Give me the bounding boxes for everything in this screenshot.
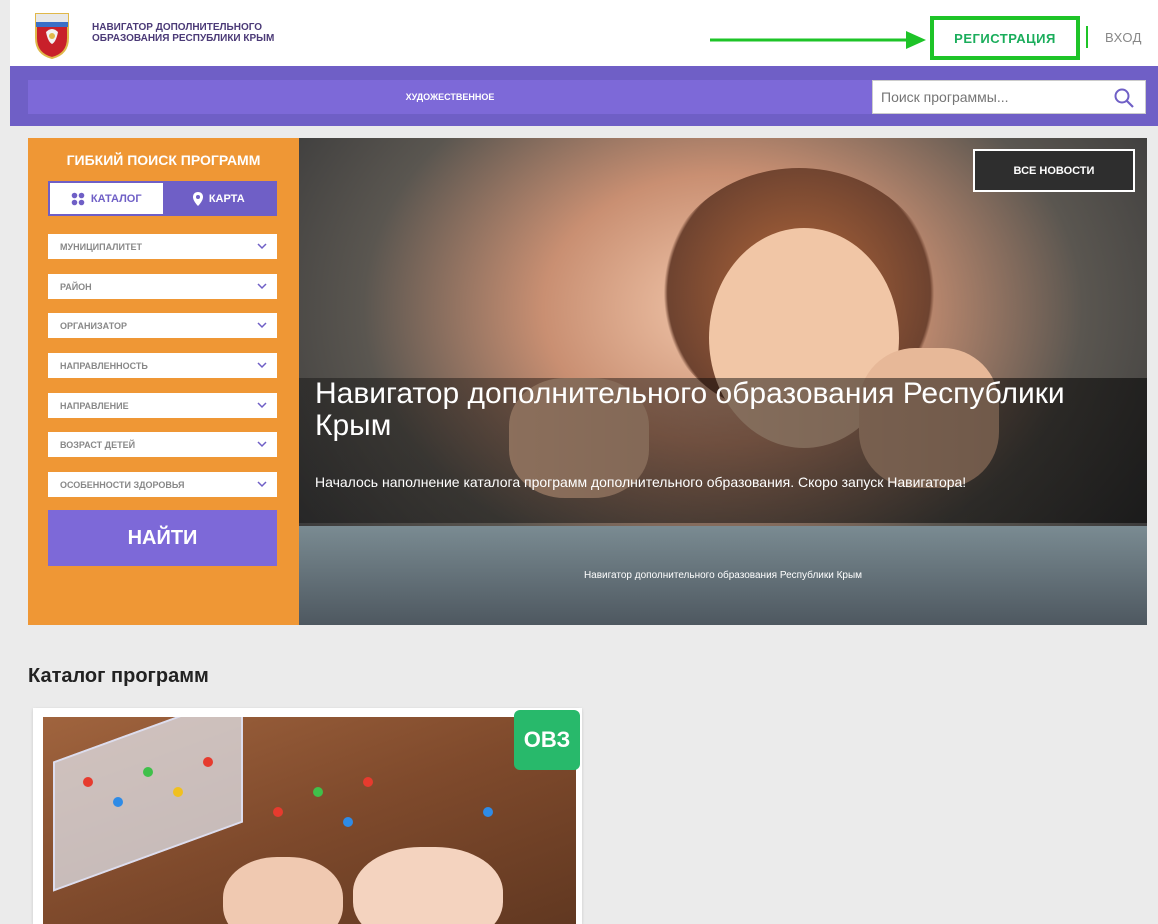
nav-item-art[interactable]: ХУДОЖЕСТВЕННОЕ <box>28 80 872 114</box>
tab-map[interactable]: КАРТА <box>162 183 275 214</box>
select-district[interactable]: РАЙОН <box>48 274 277 299</box>
tab-catalog[interactable]: КАТАЛОГ <box>50 183 163 214</box>
register-button[interactable]: РЕГИСТРАЦИЯ <box>930 16 1080 60</box>
all-news-button[interactable]: ВСЕ НОВОСТИ <box>973 149 1135 192</box>
disability-badge: ОВЗ <box>514 710 580 770</box>
bead <box>173 787 183 797</box>
banner-subtitle: Началось наполнение каталога программ до… <box>315 474 967 490</box>
chevron-down-icon <box>257 322 267 329</box>
search-icon[interactable] <box>1113 87 1135 109</box>
select-age[interactable]: ВОЗРАСТ ДЕТЕЙ <box>48 432 277 457</box>
select-organizer[interactable]: ОРГАНИЗАТОР <box>48 313 277 338</box>
banner-caption: Навигатор дополнительного образования Ре… <box>583 570 863 581</box>
login-link[interactable]: ВХОД <box>1105 30 1142 45</box>
chevron-down-icon <box>257 362 267 369</box>
bead <box>313 787 323 797</box>
bead-box <box>53 717 243 892</box>
site-header: НАВИГАТОР ДОПОЛНИТЕЛЬНОГО ОБРАЗОВАНИЯ РЕ… <box>10 0 1158 66</box>
grid-icon <box>71 192 85 205</box>
crimea-coat-of-arms-icon[interactable] <box>32 10 72 60</box>
chevron-down-icon <box>257 481 267 488</box>
filter-tabs: КАТАЛОГ КАРТА <box>48 181 277 216</box>
card-photo-hand <box>353 847 503 924</box>
program-card[interactable]: ОВЗ <box>33 708 582 924</box>
banner-title: Навигатор дополнительного образования Ре… <box>315 377 1065 442</box>
chevron-down-icon <box>257 243 267 250</box>
search-box <box>872 80 1146 114</box>
bead <box>83 777 93 787</box>
map-pin-icon <box>192 191 203 206</box>
bead <box>483 807 493 817</box>
select-focus[interactable]: НАПРАВЛЕННОСТЬ <box>48 353 277 378</box>
chevron-down-icon <box>257 441 267 448</box>
bead <box>143 767 153 777</box>
category-nav: ХУДОЖЕСТВЕННОЕ <box>10 66 1158 126</box>
bead <box>113 797 123 807</box>
header-separator <box>1086 26 1088 48</box>
select-direction[interactable]: НАПРАВЛЕНИЕ <box>48 393 277 418</box>
program-card-image <box>43 717 576 924</box>
select-health[interactable]: ОСОБЕННОСТИ ЗДОРОВЬЯ <box>48 472 277 497</box>
bead <box>363 777 373 787</box>
select-municipality[interactable]: МУНИЦИПАЛИТЕТ <box>48 234 277 259</box>
site-name[interactable]: НАВИГАТОР ДОПОЛНИТЕЛЬНОГО ОБРАЗОВАНИЯ РЕ… <box>92 22 274 44</box>
catalog-title: Каталог программ <box>28 665 209 687</box>
search-input[interactable] <box>881 89 1101 105</box>
filter-panel: ГИБКИЙ ПОИСК ПРОГРАММ КАТАЛОГ КАРТА МУНИ… <box>28 138 299 625</box>
filter-title: ГИБКИЙ ПОИСК ПРОГРАММ <box>66 152 261 168</box>
chevron-down-icon <box>257 402 267 409</box>
find-button[interactable]: НАЙТИ <box>48 510 277 566</box>
card-photo-hand <box>223 857 343 924</box>
green-arrow-annotation <box>710 31 926 49</box>
bead <box>273 807 283 817</box>
chevron-down-icon <box>257 283 267 290</box>
news-banner[interactable]: ВСЕ НОВОСТИ Навигатор дополнительного об… <box>299 138 1147 625</box>
bead <box>203 757 213 767</box>
bead <box>343 817 353 827</box>
